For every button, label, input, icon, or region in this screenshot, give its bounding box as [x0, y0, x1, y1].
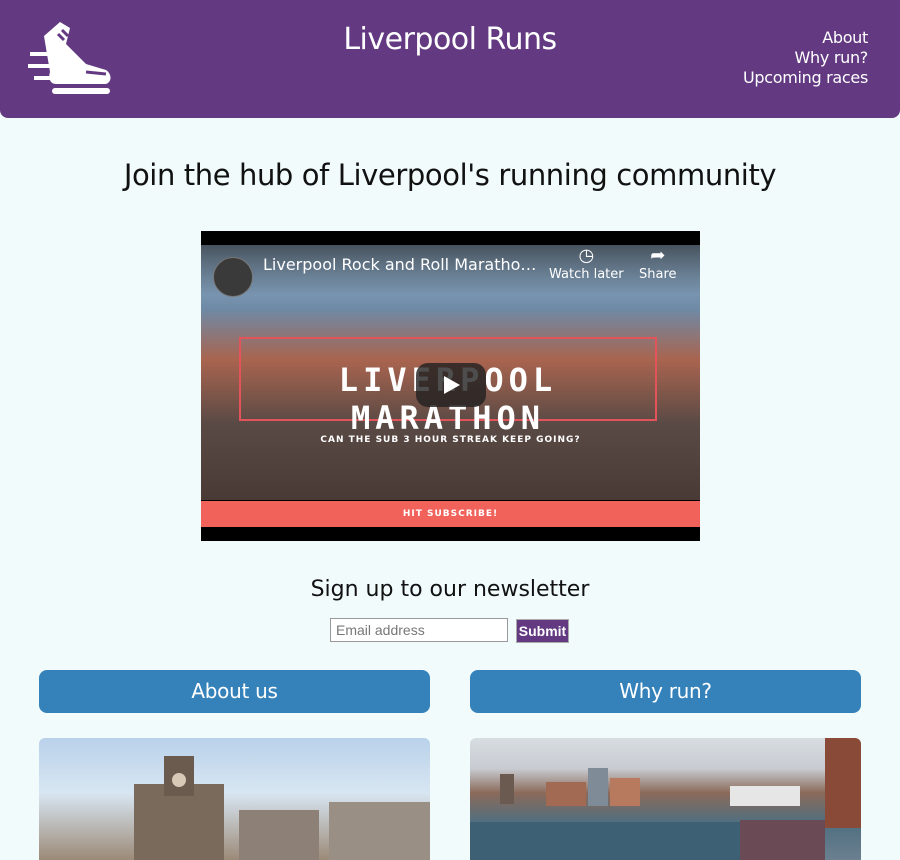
watch-later-button[interactable]: ◷ Watch later [549, 245, 624, 282]
site-header: Liverpool Runs About Why run? Upcoming r… [0, 0, 900, 118]
play-button[interactable] [416, 363, 486, 407]
main-nav: About Why run? Upcoming races [743, 28, 868, 88]
video-title[interactable]: Liverpool Rock and Roll Maratho… [263, 255, 536, 274]
watch-later-label: Watch later [549, 267, 624, 282]
channel-avatar[interactable] [213, 257, 253, 297]
email-field[interactable] [330, 618, 508, 642]
clock-icon: ◷ [578, 245, 595, 266]
newsletter-heading: Sign up to our newsletter [310, 577, 590, 602]
nav-link-about[interactable]: About [743, 28, 868, 48]
share-button[interactable]: ➦ Share [639, 245, 677, 282]
liverpool-building-photo [39, 738, 430, 860]
building-illustration [134, 756, 430, 860]
nav-link-upcoming-races[interactable]: Upcoming races [743, 68, 868, 88]
video-overlay-subtext: CAN THE SUB 3 HOUR STREAK KEEP GOING? [320, 435, 581, 445]
waterfront-photo [470, 738, 861, 860]
why-run-button[interactable]: Why run? [470, 670, 861, 713]
nav-link-why-run[interactable]: Why run? [743, 48, 869, 68]
page-headline: Join the hub of Liverpool's running comm… [123, 158, 777, 192]
submit-button[interactable]: Submit [516, 619, 569, 643]
share-arrow-icon: ➦ [650, 245, 666, 266]
waterfront-illustration [470, 738, 861, 860]
about-us-button[interactable]: About us [39, 670, 430, 713]
video-embed[interactable]: Liverpool Rock and Roll Maratho… ◷ Watch… [201, 231, 700, 541]
video-subscribe-banner: HIT SUBSCRIBE! [201, 501, 700, 527]
share-label: Share [639, 267, 677, 282]
